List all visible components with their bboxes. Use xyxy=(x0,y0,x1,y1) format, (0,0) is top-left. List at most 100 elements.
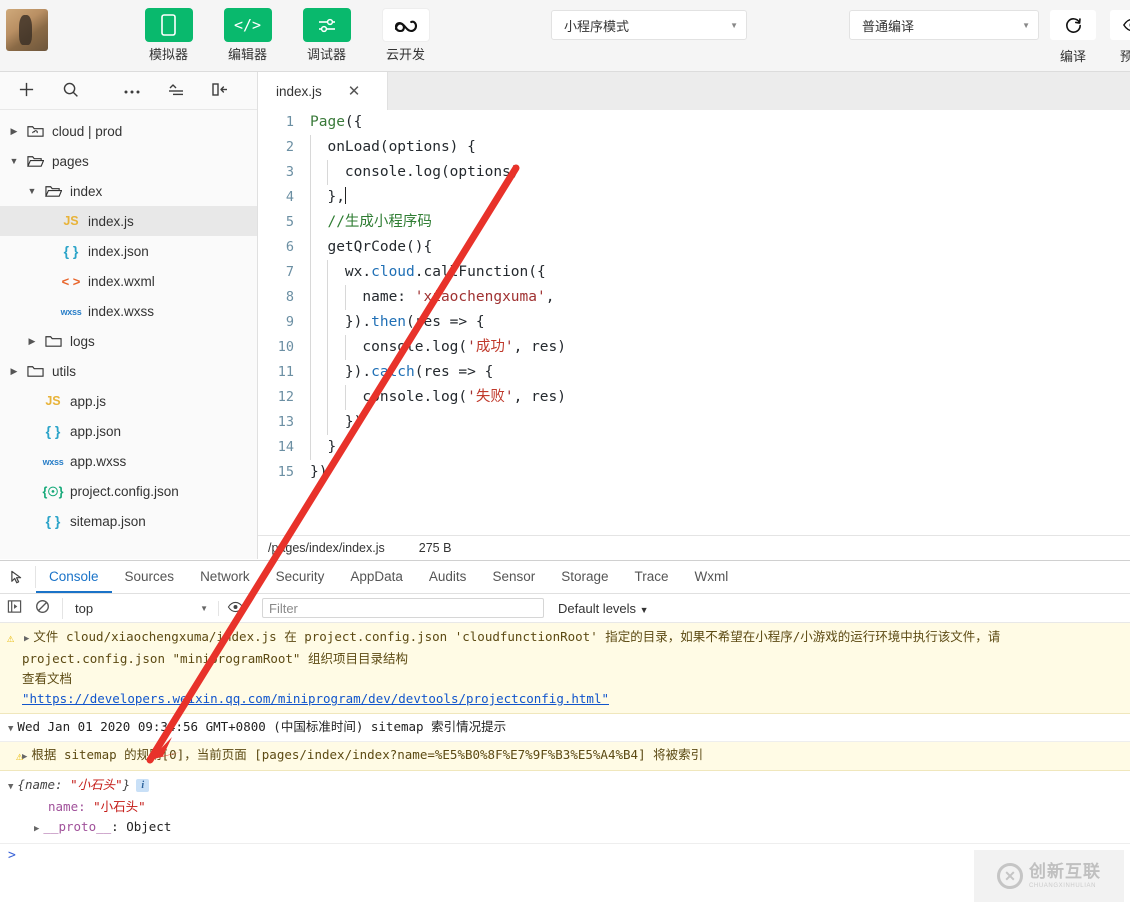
file-tree-item-app-js[interactable]: JSapp.js xyxy=(0,386,257,416)
chevron-right-icon[interactable]: ▶ xyxy=(6,366,22,377)
projectconfig-doc-link[interactable]: "https://developers.weixin.qq.com/minipr… xyxy=(22,691,609,706)
toolbar-button-editor[interactable]: </> 编辑器 xyxy=(210,0,285,63)
info-badge-icon[interactable]: i xyxy=(136,779,149,792)
project-avatar[interactable] xyxy=(6,9,48,51)
object-proto-row[interactable]: ▶__proto__: Object xyxy=(8,817,1130,839)
mode-select[interactable]: 小程序模式 ▼ xyxy=(551,10,747,40)
chevron-right-icon[interactable]: ▶ xyxy=(6,126,22,137)
file-tree-item-utils[interactable]: ▶utils xyxy=(0,356,257,386)
console-sitemap-header[interactable]: ▼Wed Jan 01 2020 09:34:56 GMT+0800 (中国标准… xyxy=(0,714,1130,742)
file-tree-item-logs[interactable]: ▶logs xyxy=(0,326,257,356)
object-summary-row[interactable]: ▼{name: "小石头"}i xyxy=(8,775,1130,797)
inspect-element-icon[interactable] xyxy=(0,566,36,588)
devtools-tab-storage[interactable]: Storage xyxy=(548,561,621,593)
build-select[interactable]: 普通编译 ▼ xyxy=(849,10,1039,40)
compile-button[interactable]: 编译 xyxy=(1043,0,1103,65)
file-tree-item-project-config-json[interactable]: {☉}project.config.json xyxy=(0,476,257,506)
expand-arrow-icon[interactable]: ▶ xyxy=(24,634,33,644)
file-tree-item-index-js[interactable]: JSindex.js xyxy=(0,206,257,236)
code-content[interactable]: 1Page({2 onLoad(options) {3 console.log(… xyxy=(258,110,1130,559)
console-sitemap-warning[interactable]: ⚠ ▶根据 sitemap 的规则[0]，当前页面 [pages/index/i… xyxy=(0,742,1130,771)
watermark-cn-text: 创新互联 xyxy=(1029,863,1101,880)
code-line-text[interactable]: }) xyxy=(310,410,362,435)
editor-tabbar: index.js ✕ xyxy=(258,72,1130,110)
collapse-all-icon[interactable] xyxy=(154,82,198,99)
code-line-text[interactable]: console.log('成功', res) xyxy=(310,335,566,360)
editor-tab-index-js[interactable]: index.js ✕ xyxy=(258,72,388,110)
file-tree-item-label: sitemap.json xyxy=(70,514,146,529)
wxss-icon: wxss xyxy=(58,304,84,318)
close-icon[interactable]: ✕ xyxy=(348,82,361,100)
json-icon: { } xyxy=(58,243,84,259)
console-prompt[interactable]: > xyxy=(0,844,1130,863)
preview-button[interactable]: 预览 xyxy=(1103,0,1130,65)
code-line-text[interactable]: onLoad(options) { xyxy=(310,135,476,160)
code-line: 7 wx.cloud.callFunction({ xyxy=(258,260,1130,285)
folder-icon xyxy=(40,334,66,348)
devtools-tab-trace[interactable]: Trace xyxy=(622,561,682,593)
file-tree-item-sitemap-json[interactable]: { }sitemap.json xyxy=(0,506,257,536)
expand-arrow-icon[interactable]: ▼ xyxy=(8,724,17,734)
devtools-tab-console[interactable]: Console xyxy=(36,561,112,593)
sitemap-warning-text: 根据 sitemap 的规则[0]，当前页面 [pages/index/inde… xyxy=(31,747,703,762)
expand-arrow-icon[interactable]: ▶ xyxy=(34,824,43,834)
code-line-text[interactable]: }).then(res => { xyxy=(310,310,485,335)
toggle-panel-icon[interactable] xyxy=(198,82,242,99)
watermark-logo-icon: ✕ xyxy=(997,863,1023,889)
devtools-tab-network[interactable]: Network xyxy=(187,561,263,593)
file-tree-item-pages[interactable]: ▼pages xyxy=(0,146,257,176)
toolbar-label-cloud-dev: 云开发 xyxy=(368,47,443,63)
devtools-tab-sensor[interactable]: Sensor xyxy=(479,561,548,593)
console-levels-select[interactable]: Default levels ▼ xyxy=(558,601,649,616)
devtools-tab-wxml[interactable]: Wxml xyxy=(682,561,742,593)
code-line-text[interactable]: console.log(options) xyxy=(310,160,520,185)
console-context-select[interactable]: top ▼ xyxy=(62,598,214,619)
devtools-tab-sources[interactable]: Sources xyxy=(112,561,188,593)
console-context-value: top xyxy=(75,601,93,616)
console-warning-cloudfunction[interactable]: ⚠ ▶文件 cloud/xiaochengxuma/index.js 在 pro… xyxy=(0,623,1130,714)
chevron-down-icon: ▼ xyxy=(200,604,214,613)
chevron-down-icon[interactable]: ▼ xyxy=(24,186,40,196)
code-line-text[interactable]: getQrCode(){ xyxy=(310,235,432,260)
file-tree-item-app-wxss[interactable]: wxssapp.wxss xyxy=(0,446,257,476)
code-line-text[interactable]: Page({ xyxy=(310,110,362,135)
code-line-text[interactable]: }, xyxy=(310,185,346,210)
code-line-text[interactable]: console.log('失败', res) xyxy=(310,385,566,410)
chevron-right-icon[interactable]: ▶ xyxy=(24,336,40,347)
code-line-text[interactable]: //生成小程序码 xyxy=(310,210,432,235)
devtools-tab-security[interactable]: Security xyxy=(263,561,338,593)
code-line-text[interactable]: wx.cloud.callFunction({ xyxy=(310,260,546,285)
file-tree-item-app-json[interactable]: { }app.json xyxy=(0,416,257,446)
code-editor-panel: index.js ✕ 1Page({2 onLoad(options) {3 c… xyxy=(258,72,1130,559)
chevron-down-icon[interactable]: ▼ xyxy=(6,156,22,166)
clear-console-icon[interactable] xyxy=(28,599,56,617)
file-tree-item-index-json[interactable]: { }index.json xyxy=(0,236,257,266)
file-tree-item-index-wxml[interactable]: < >index.wxml xyxy=(0,266,257,296)
search-icon[interactable] xyxy=(48,81,92,100)
more-icon[interactable] xyxy=(110,84,154,97)
devtools-tab-audits[interactable]: Audits xyxy=(416,561,480,593)
live-expression-icon[interactable] xyxy=(218,601,252,616)
folder-icon xyxy=(22,364,48,378)
file-tree-item-index[interactable]: ▼index xyxy=(0,176,257,206)
console-messages: ⚠ ▶文件 cloud/xiaochengxuma/index.js 在 pro… xyxy=(0,623,1130,908)
expand-arrow-icon[interactable]: ▶ xyxy=(22,752,31,762)
code-line: 11 }).catch(res => { xyxy=(258,360,1130,385)
code-line-text[interactable]: }) xyxy=(310,460,327,485)
file-tree-item-index-wxss[interactable]: wxssindex.wxss xyxy=(0,296,257,326)
code-line-text[interactable]: } xyxy=(310,435,336,460)
toolbar-button-cloud-dev[interactable]: 云开发 xyxy=(368,0,443,63)
line-number: 13 xyxy=(258,410,310,435)
console-filter-input[interactable]: Filter xyxy=(262,598,544,618)
file-tree-item-cloud-prod[interactable]: ▶cloud | prod xyxy=(0,116,257,146)
devtools-tab-appdata[interactable]: AppData xyxy=(337,561,416,593)
expand-arrow-icon[interactable]: ▼ xyxy=(8,782,17,792)
code-line-text[interactable]: }).catch(res => { xyxy=(310,360,493,385)
mode-select-value: 小程序模式 xyxy=(564,16,629,35)
code-line-text[interactable]: name: 'xiaochengxuma', xyxy=(310,285,554,310)
add-file-icon[interactable] xyxy=(4,81,48,100)
execute-icon[interactable] xyxy=(0,599,28,617)
refresh-icon xyxy=(1050,10,1096,40)
toolbar-button-debugger[interactable]: 调试器 xyxy=(289,0,364,63)
toolbar-button-simulator[interactable]: 模拟器 xyxy=(131,0,206,63)
